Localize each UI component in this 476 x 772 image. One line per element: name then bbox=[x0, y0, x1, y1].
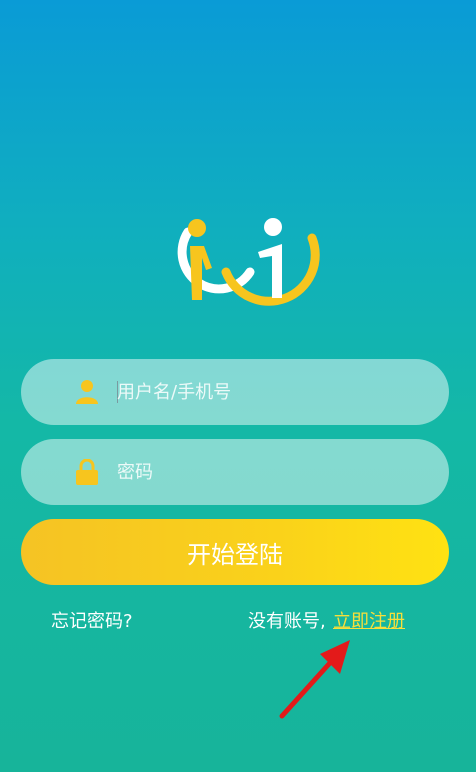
username-input[interactable] bbox=[117, 359, 417, 425]
annotation-arrow-icon bbox=[279, 640, 350, 719]
forgot-password-link[interactable]: 忘记密码? bbox=[51, 607, 133, 633]
password-input[interactable] bbox=[117, 439, 417, 505]
wi-logo-icon bbox=[177, 218, 320, 306]
password-field[interactable] bbox=[21, 439, 449, 505]
username-field[interactable] bbox=[21, 359, 449, 425]
lock-icon bbox=[76, 459, 98, 485]
login-button[interactable]: 开始登陆 bbox=[21, 519, 449, 585]
user-icon bbox=[76, 380, 98, 404]
